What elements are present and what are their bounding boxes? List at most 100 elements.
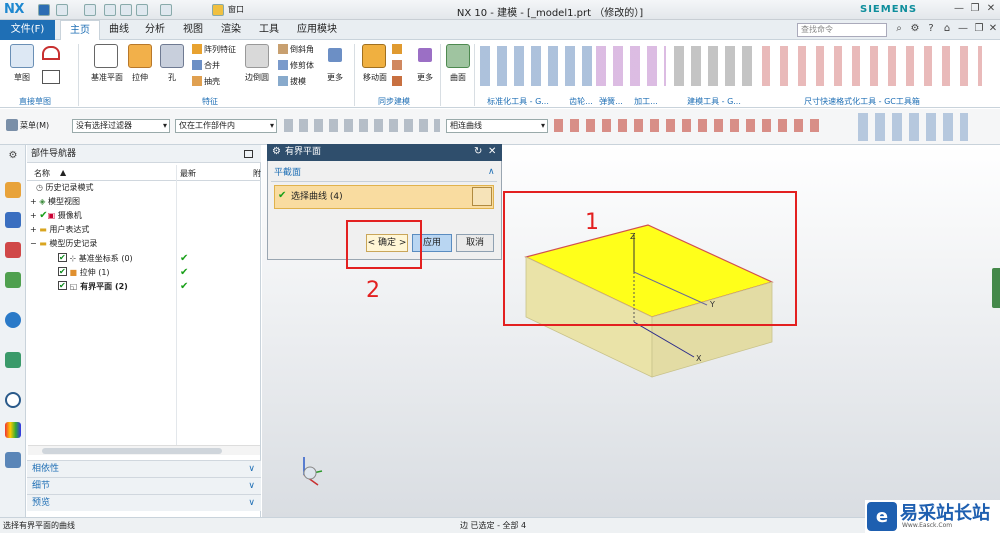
tree-item-extrude[interactable]: ■ 拉伸 (1) xyxy=(58,265,110,280)
move-face-icon[interactable] xyxy=(362,44,386,68)
constraint-navigator-icon[interactable] xyxy=(5,242,21,258)
extrude-label[interactable]: 拉伸 xyxy=(126,72,154,83)
shell[interactable]: 抽壳 xyxy=(204,76,220,87)
tab-home[interactable]: 主页 xyxy=(60,20,100,40)
tab-file[interactable]: 文件(F) xyxy=(0,20,55,40)
chevron-up-icon[interactable]: ∧ xyxy=(488,167,495,177)
cancel-button[interactable]: 取消 xyxy=(456,234,494,252)
draft[interactable]: 拔模 xyxy=(290,76,306,87)
palette-icon[interactable] xyxy=(5,422,21,438)
visibility-checkbox[interactable] xyxy=(58,279,67,293)
restore-doc-button[interactable]: ❐ xyxy=(972,23,986,36)
side-panel-handle[interactable] xyxy=(992,268,1000,308)
curve-select-icon[interactable] xyxy=(472,187,492,206)
restore-button[interactable]: ❐ xyxy=(968,3,982,16)
hole-icon[interactable] xyxy=(160,44,184,68)
standard-tools-icons[interactable] xyxy=(480,46,592,86)
chevron-down-icon[interactable]: ∨ xyxy=(248,495,255,512)
tree-item-camera[interactable]: + ✔▣ 摄像机 xyxy=(30,209,82,223)
column-name[interactable]: 名称 xyxy=(34,168,50,179)
expand-icon[interactable]: + xyxy=(30,197,37,206)
curve-snap-icons[interactable] xyxy=(554,119,824,132)
close-icon[interactable]: ✕ xyxy=(488,146,496,157)
datum-plane-icon[interactable] xyxy=(94,44,118,68)
visibility-checkbox[interactable] xyxy=(58,265,67,279)
scrollbar-thumb[interactable] xyxy=(42,448,222,454)
reset-icon[interactable]: ↻ xyxy=(474,146,482,157)
surface-label[interactable]: 曲面 xyxy=(444,72,472,83)
tree-item-datum-csys[interactable]: ⊹ 基准坐标系 (0) xyxy=(58,251,133,266)
sync-small-icon-1[interactable] xyxy=(392,44,402,54)
chamfer[interactable]: 倒斜角 xyxy=(290,44,314,55)
reuse-library-icon[interactable] xyxy=(5,272,21,288)
select-curve-row[interactable]: 选择曲线 (4) xyxy=(274,185,494,209)
expand-icon[interactable]: + xyxy=(30,225,37,234)
edge-blend-label[interactable]: 边倒圆 xyxy=(240,72,274,83)
snap-toolbar-icons[interactable] xyxy=(284,119,440,132)
modeling-tools-icons[interactable] xyxy=(674,46,754,86)
dimension-tools-icons[interactable] xyxy=(762,46,982,86)
tree-item-model-views[interactable]: + ◈ 模型视图 xyxy=(30,195,80,209)
sketch-icon[interactable] xyxy=(10,44,34,68)
command-search-input[interactable]: 查找命令 xyxy=(797,23,887,37)
sort-ascending-icon[interactable]: ▲ xyxy=(60,168,66,177)
chevron-down-icon[interactable]: ∨ xyxy=(248,478,255,495)
surface-icon[interactable] xyxy=(446,44,470,68)
expand-icon[interactable]: + xyxy=(30,211,37,220)
tab-tools[interactable]: 工具 xyxy=(252,20,286,40)
sync-small-icon-2[interactable] xyxy=(392,60,402,70)
settings-icon[interactable]: ⚙ xyxy=(6,150,20,163)
paste-icon[interactable] xyxy=(136,4,148,16)
tree-item-history-mode[interactable]: ◷ 历史记录模式 xyxy=(36,181,94,195)
more-features-label[interactable]: 更多 xyxy=(322,72,348,83)
move-face-label[interactable]: 移动面 xyxy=(358,72,392,83)
gear-icon[interactable]: ⚙ xyxy=(272,146,281,157)
more-sync-icon[interactable] xyxy=(418,48,432,62)
home-icon[interactable]: ⌂ xyxy=(940,23,954,36)
tree-item-user-expressions[interactable]: + ▬ 用户表达式 xyxy=(30,223,89,237)
tab-render[interactable]: 渲染 xyxy=(214,20,248,40)
roles-icon[interactable] xyxy=(5,452,21,468)
sync-small-icon-3[interactable] xyxy=(392,76,402,86)
redo-icon[interactable] xyxy=(84,4,96,16)
selection-filter-select[interactable]: 没有选择过滤器 xyxy=(72,119,170,133)
tab-analysis[interactable]: 分析 xyxy=(138,20,172,40)
datum-plane-label[interactable]: 基准平面 xyxy=(86,72,128,83)
part-navigator-icon[interactable] xyxy=(5,182,21,198)
collapse-icon[interactable]: − xyxy=(30,239,37,248)
more-sync-label[interactable]: 更多 xyxy=(412,72,438,83)
cut-icon[interactable] xyxy=(104,4,116,16)
gear-icon[interactable]: ⚙ xyxy=(908,23,922,36)
tab-applications[interactable]: 应用模块 xyxy=(290,20,344,40)
curve-rule-select[interactable]: 相连曲线 xyxy=(446,119,548,133)
trim-body[interactable]: 修剪体 xyxy=(290,60,314,71)
assembly-navigator-icon[interactable] xyxy=(5,212,21,228)
section-header[interactable]: 平截面 xyxy=(271,166,497,180)
help-icon[interactable]: ? xyxy=(924,23,938,36)
rectangle-icon[interactable] xyxy=(42,70,60,84)
menu-button[interactable]: 菜单(M) xyxy=(20,120,49,131)
hole-label[interactable]: 孔 xyxy=(158,72,186,83)
preview-panel[interactable]: 预览 ∨ xyxy=(27,494,261,511)
chevron-down-icon[interactable]: ∨ xyxy=(248,461,255,478)
pattern-feature[interactable]: 阵列特征 xyxy=(204,44,236,55)
undo-icon[interactable] xyxy=(56,4,68,16)
tab-view[interactable]: 视图 xyxy=(176,20,210,40)
repeat-command-icon[interactable] xyxy=(160,4,172,16)
close-doc-button[interactable]: ✕ xyxy=(986,23,1000,36)
more-features-icon[interactable] xyxy=(328,48,342,62)
save-icon[interactable] xyxy=(38,4,50,16)
web-browser-icon[interactable] xyxy=(5,312,21,328)
window-icon[interactable] xyxy=(212,4,224,16)
arc-icon[interactable] xyxy=(42,46,60,60)
gear-spring-machining-icons[interactable] xyxy=(596,46,666,86)
sketch-label[interactable]: 草图 xyxy=(8,72,36,83)
close-button[interactable]: ✕ xyxy=(984,3,998,16)
column-latest[interactable]: 最新 xyxy=(180,168,196,179)
clock-icon[interactable] xyxy=(5,392,21,408)
selection-scope-select[interactable]: 仅在工作部件内 xyxy=(175,119,277,133)
horizontal-scrollbar[interactable] xyxy=(28,445,260,455)
minimize-button[interactable]: — xyxy=(952,3,966,16)
tab-curve[interactable]: 曲线 xyxy=(102,20,136,40)
visibility-checkbox[interactable] xyxy=(58,251,67,265)
